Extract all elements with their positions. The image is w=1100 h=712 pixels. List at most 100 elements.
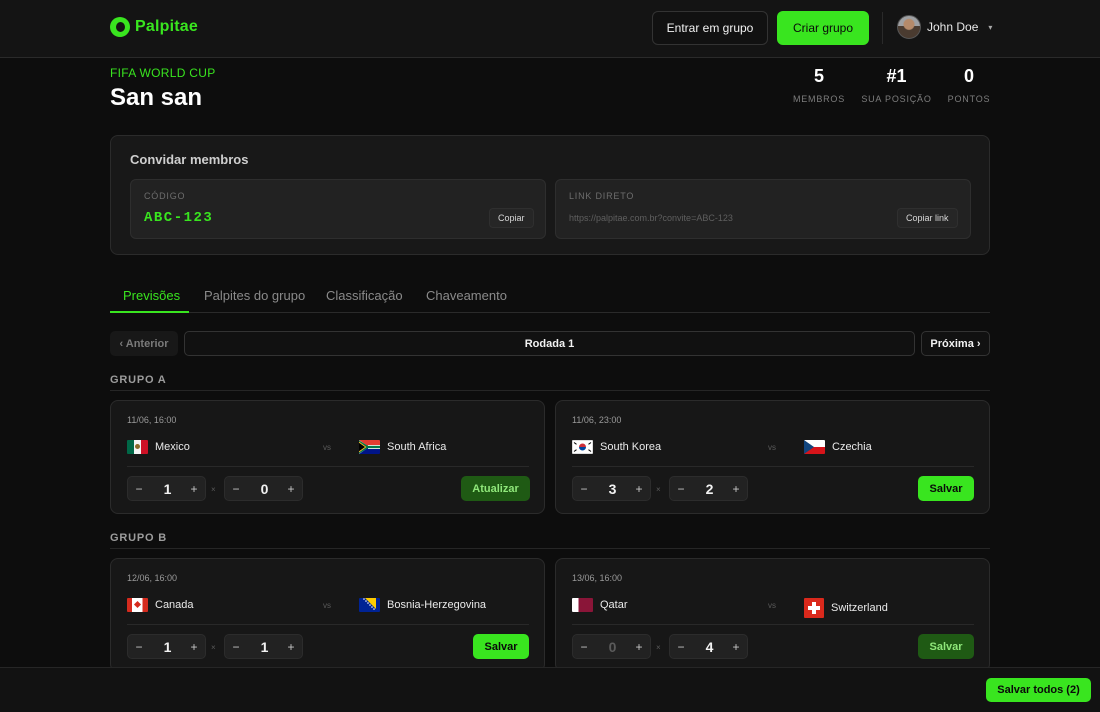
team-name: Bosnia-Herzegovina [387,599,487,611]
create-group-button[interactable]: Criar grupo [777,11,869,45]
update-prediction-button[interactable]: Atualizar [461,476,530,501]
home-score-stepper[interactable]: − 3 + [572,476,651,501]
copy-code-button[interactable]: Copiar [489,208,534,228]
join-group-button[interactable]: Entrar em grupo [652,11,768,45]
match-time: 11/06, 16:00 [127,415,177,425]
next-round-button[interactable]: Próxima › [921,331,990,356]
south-africa-flag-icon [359,440,380,454]
tab-classificacao[interactable]: Classificação [326,288,403,303]
decrement-button[interactable]: − [674,639,688,654]
user-menu[interactable]: John Doe ▾ [897,15,992,39]
home-score-input[interactable]: 3 [595,480,630,498]
decrement-button[interactable]: − [229,481,243,496]
invite-link: https://palpitae.com.br?convite=ABC-123 [569,213,733,223]
invite-code-box: CÓDIGO ABC-123 Copiar [130,179,546,239]
czechia-flag-icon [804,440,825,454]
group-divider [110,548,990,549]
away-team: South Africa [359,440,446,454]
match-divider [572,466,974,467]
stat-value: #1 [886,66,907,86]
away-team: Bosnia-Herzegovina [359,598,486,612]
home-score-input[interactable]: 0 [595,638,630,656]
vs-label: vs [323,443,331,452]
away-score-stepper[interactable]: − 1 + [224,634,303,659]
increment-button[interactable]: + [632,639,646,654]
stat-members: 5 MEMBROS [780,66,858,104]
user-name: John Doe [927,20,979,34]
save-prediction-button[interactable]: Salvar [918,476,974,501]
decrement-button[interactable]: − [577,481,591,496]
home-team: Qatar [572,598,628,612]
team-name: Czechia [832,441,872,453]
save-prediction-button[interactable]: Salvar [473,634,529,659]
page-title: San san [110,84,203,111]
switzerland-flag-icon [804,598,824,618]
home-score-stepper[interactable]: − 1 + [127,476,206,501]
previous-round-button[interactable]: ‹ Anterior [110,331,178,356]
match-divider [127,466,529,467]
flag-graphic [573,442,592,452]
save-prediction-button[interactable]: Salvar [918,634,974,659]
decrement-button[interactable]: − [132,639,146,654]
away-score-input[interactable]: 2 [692,480,727,498]
match-divider [127,624,529,625]
increment-button[interactable]: + [187,481,201,496]
decrement-button[interactable]: − [229,639,243,654]
decrement-button[interactable]: − [132,481,146,496]
tab-previsoes[interactable]: Previsões [123,288,180,303]
group-heading: GRUPO A [110,374,167,386]
tab-bar: Previsões Palpites do grupo Classificaçã… [110,280,990,313]
stat-value: 5 [813,66,824,86]
increment-button[interactable]: + [729,481,743,496]
round-label: Rodada 1 [184,331,915,356]
stat-points: 0 PONTOS [946,66,992,104]
mexico-flag-icon [127,440,148,454]
brand-logo[interactable]: Palpitae [110,17,198,37]
stat-value: 0 [963,66,974,86]
home-score-input[interactable]: 1 [150,638,185,656]
flag-graphic [359,440,380,454]
logo-icon [110,17,130,37]
away-team: Switzerland [804,598,888,618]
away-score-input[interactable]: 0 [247,480,282,498]
stat-label: PONTOS [947,94,991,104]
copy-link-button[interactable]: Copiar link [897,208,958,228]
home-team: Mexico [127,440,190,454]
competition-label: FIFA WORLD CUP [110,66,216,80]
home-score-stepper[interactable]: − 1 + [127,634,206,659]
away-score-stepper[interactable]: − 2 + [669,476,748,501]
team-name: South Korea [600,441,662,453]
match-time: 11/06, 23:00 [572,415,622,425]
increment-button[interactable]: + [729,639,743,654]
vs-label: vs [768,443,776,452]
save-all-button[interactable]: Salvar todos (2) [986,678,1091,702]
match-card: 12/06, 16:00 Canada vs Bosnia-Herzegovin… [110,558,545,672]
increment-button[interactable]: + [187,639,201,654]
footer-bar [0,667,1100,712]
header-divider [882,12,883,44]
increment-button[interactable]: + [632,481,646,496]
bosnia-flag-icon [359,598,380,612]
increment-button[interactable]: + [284,481,298,496]
decrement-button[interactable]: − [577,639,591,654]
tab-chaveamento[interactable]: Chaveamento [426,288,507,303]
away-score-stepper[interactable]: − 4 + [669,634,748,659]
flag-graphic [804,440,825,454]
match-card: 11/06, 16:00 Mexico vs South Africa − 1 … [110,400,545,514]
avatar [897,15,921,39]
top-bar: Palpitae Entrar em grupo Criar grupo Joh… [0,0,1100,58]
away-score-input[interactable]: 4 [692,638,727,656]
vs-label: vs [323,601,331,610]
canada-flag-icon [127,598,148,612]
increment-button[interactable]: + [284,639,298,654]
home-score-input[interactable]: 1 [150,480,185,498]
vs-label: vs [768,601,776,610]
tab-palpites-do-grupo[interactable]: Palpites do grupo [204,288,305,303]
match-time: 12/06, 16:00 [127,573,178,583]
link-label: LINK DIRETO [569,191,635,201]
home-score-stepper[interactable]: − 0 + [572,634,651,659]
away-score-input[interactable]: 1 [247,638,282,656]
south-korea-flag-icon [572,440,593,454]
decrement-button[interactable]: − [674,481,688,496]
away-score-stepper[interactable]: − 0 + [224,476,303,501]
